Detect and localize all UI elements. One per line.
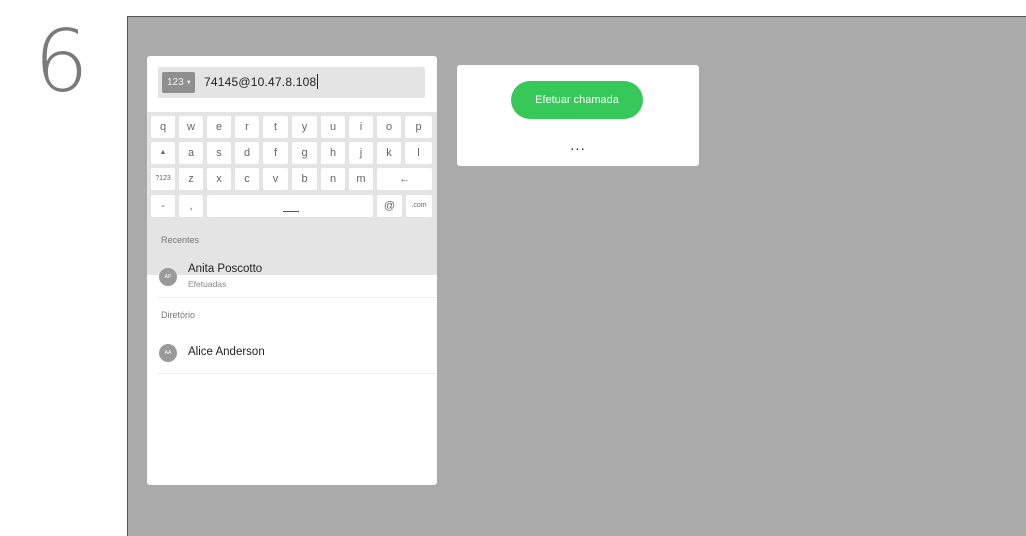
key-p[interactable]: p [405, 116, 432, 138]
key-d[interactable]: d [235, 142, 259, 164]
call-panel: Efetuar chamada ... [457, 65, 699, 166]
key-n[interactable]: n [321, 168, 345, 190]
recents-section-label: Recentes [161, 235, 200, 245]
key-w[interactable]: w [179, 116, 203, 138]
key-o[interactable]: o [377, 116, 401, 138]
space-key[interactable] [207, 195, 373, 217]
key-l[interactable]: l [405, 142, 432, 164]
dial-input[interactable]: 74145@10.47.8.108 [204, 67, 319, 98]
step-number: 6 [34, 12, 89, 112]
key-v[interactable]: v [263, 168, 288, 190]
directory-contact-item[interactable]: AA Alice Anderson [157, 328, 437, 374]
dash-key[interactable]: - [151, 195, 175, 217]
avatar: AA [159, 344, 177, 362]
key-r[interactable]: r [235, 116, 259, 138]
key-s[interactable]: s [207, 142, 231, 164]
key-k[interactable]: k [377, 142, 401, 164]
chevron-down-icon: ▼ [185, 80, 192, 86]
key-c[interactable]: c [235, 168, 259, 190]
text-cursor [317, 74, 319, 89]
key-e[interactable]: e [207, 116, 231, 138]
key-h[interactable]: h [321, 142, 345, 164]
recent-contact-item[interactable]: AP Anita Poscotto Efetuadas [157, 254, 437, 298]
directory-section-label: Diretório [161, 310, 196, 320]
key-f[interactable]: f [263, 142, 288, 164]
contact-call-status: Efetuadas [188, 279, 227, 289]
contact-name: Anita Poscotto [188, 263, 263, 275]
key-m[interactable]: m [349, 168, 373, 190]
key-q[interactable]: q [151, 116, 175, 138]
key-z[interactable]: z [179, 168, 203, 190]
key-x[interactable]: x [207, 168, 231, 190]
key-b[interactable]: b [292, 168, 317, 190]
key-i[interactable]: i [349, 116, 373, 138]
symbols-key[interactable]: ?123 [151, 168, 175, 190]
dial-input-bar[interactable]: 123 ▼ 74145@10.47.8.108 [158, 67, 425, 98]
dial-panel: 123 ▼ 74145@10.47.8.108 q w e r t y u i o… [147, 56, 437, 485]
key-u[interactable]: u [321, 116, 345, 138]
backspace-key[interactable]: ← [377, 168, 432, 190]
more-options-button[interactable]: ... [561, 138, 595, 158]
key-g[interactable]: g [292, 142, 317, 164]
page: 6 123 ▼ 74145@10.47.8.108 q w e r t y u i… [0, 0, 1026, 536]
onscreen-keyboard: q w e r t y u i o p ▲ a s d f g h j k l … [147, 112, 437, 275]
contact-name: Alice Anderson [188, 346, 265, 358]
avatar: AP [159, 268, 177, 286]
comma-key[interactable]: , [179, 195, 203, 217]
dotcom-key[interactable]: .com [406, 195, 432, 217]
dial-input-text: 74145@10.47.8.108 [204, 75, 317, 89]
key-t[interactable]: t [263, 116, 288, 138]
place-call-button[interactable]: Efetuar chamada [511, 81, 643, 119]
input-mode-select[interactable]: 123 ▼ [162, 72, 195, 93]
at-key[interactable]: @ [377, 195, 402, 217]
key-a[interactable]: a [179, 142, 203, 164]
shift-key[interactable]: ▲ [151, 142, 175, 164]
input-mode-label: 123 [167, 77, 184, 88]
key-y[interactable]: y [292, 116, 317, 138]
key-j[interactable]: j [349, 142, 373, 164]
